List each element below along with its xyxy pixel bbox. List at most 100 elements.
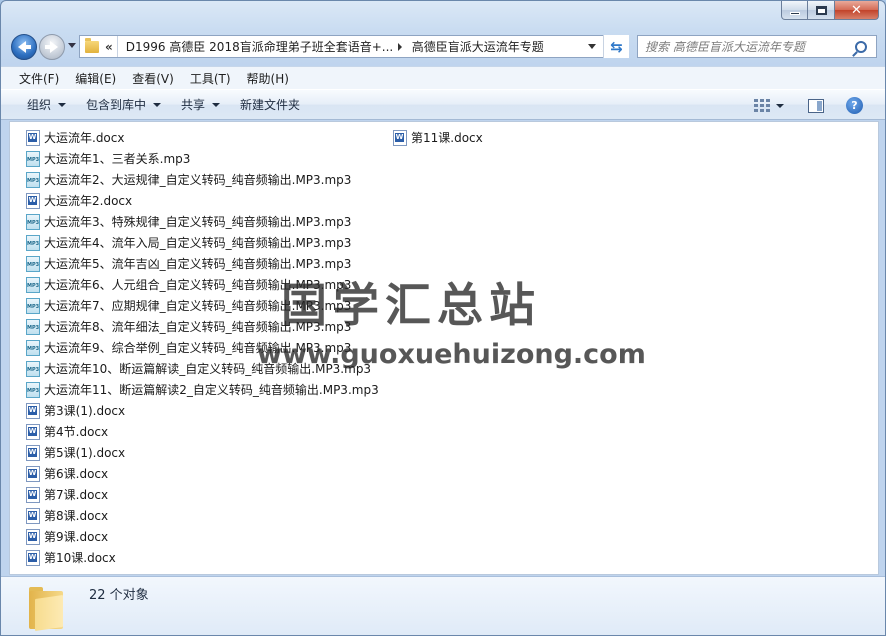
breadcrumb-current[interactable]: 高德臣盲派大运流年专题 [408,38,548,55]
file-name: 第3课(1).docx [44,404,126,418]
file-item[interactable]: 第10课.docx [26,547,379,568]
mp3-file-icon [26,339,40,356]
file-item[interactable]: 大运流年2.docx [26,190,379,211]
folder-icon [85,37,99,53]
breadcrumb-chevron-icon[interactable] [397,42,402,51]
file-item[interactable]: 第3课(1).docx [26,400,379,421]
help-icon[interactable]: ? [846,97,863,114]
minimize-icon [789,11,800,15]
file-item[interactable]: 第4节.docx [26,421,379,442]
close-button[interactable]: ✕ [835,1,879,20]
share-button[interactable]: 共享 [171,93,230,117]
file-name: 大运流年4、流年入局_自定义转码_纯音频输出.MP3.mp3 [44,236,352,250]
word-document-icon [26,528,40,545]
mp3-file-icon [26,381,40,398]
command-bar-right: ? [754,90,885,121]
share-label: 共享 [181,98,206,112]
organize-label: 组织 [27,98,52,112]
file-name: 大运流年1、三者关系.mp3 [44,152,191,166]
refresh-icon: ⇆ [610,37,623,56]
mp3-file-icon [26,360,40,377]
menu-bar: 文件(F) 编辑(E) 查看(V) 工具(T) 帮助(H) [1,66,885,89]
file-item[interactable]: 大运流年2、大运规律_自定义转码_纯音频输出.MP3.mp3 [26,169,379,190]
menu-tools[interactable]: 工具(T) [182,70,239,87]
word-document-icon [393,129,407,146]
details-pane: 22 个对象 [1,576,885,635]
file-name: 大运流年.docx [44,131,125,145]
address-separator [116,36,118,57]
back-button[interactable] [11,34,37,60]
navigation-bar: « D1996 高德臣 2018盲派命理弟子班全套语音+... 高德臣盲派大运流… [1,32,885,62]
search-icon[interactable] [855,40,867,53]
mp3-file-icon [26,318,40,335]
file-name: 大运流年3、特殊规律_自定义转码_纯音频输出.MP3.mp3 [44,215,352,229]
file-item[interactable]: 第9课.docx [26,526,379,547]
watermark-title: 国学汇总站 [281,278,541,332]
word-document-icon [26,129,40,146]
word-document-icon [26,465,40,482]
word-document-icon [26,486,40,503]
file-name: 第7课.docx [44,488,109,502]
address-overflow-button[interactable]: « [105,40,113,54]
include-library-label: 包含到库中 [86,98,147,112]
search-input[interactable] [638,36,855,57]
include-library-button[interactable]: 包含到库中 [76,93,171,117]
file-item[interactable]: 大运流年.docx [26,127,379,148]
file-item[interactable]: 大运流年11、断运篇解读2_自定义转码_纯音频输出.MP3.mp3 [26,379,379,400]
word-document-icon [26,444,40,461]
word-document-icon [26,423,40,440]
menu-view[interactable]: 查看(V) [124,70,182,87]
recent-pages-dropdown[interactable] [68,43,76,48]
address-bar[interactable]: « D1996 高德臣 2018盲派命理弟子班全套语音+... 高德臣盲派大运流… [79,35,629,58]
menu-help[interactable]: 帮助(H) [239,70,297,87]
menu-edit[interactable]: 编辑(E) [67,70,124,87]
word-document-icon [26,507,40,524]
mp3-file-icon [26,213,40,230]
views-icon[interactable] [754,98,770,113]
mp3-file-icon [26,171,40,188]
address-dropdown-icon[interactable] [588,44,596,49]
file-item[interactable]: 第7课.docx [26,484,379,505]
maximize-button[interactable] [808,1,835,20]
word-document-icon [26,402,40,419]
chevron-down-icon [212,102,221,107]
mp3-file-icon [26,276,40,293]
menu-file[interactable]: 文件(F) [11,70,67,87]
forward-button[interactable] [39,34,65,60]
mp3-file-icon [26,234,40,251]
new-folder-label: 新建文件夹 [240,98,301,112]
minimize-button[interactable] [781,1,808,20]
file-item[interactable]: 第11课.docx [393,127,483,148]
refresh-button[interactable]: ⇆ [603,35,629,58]
caption-buttons: ✕ [781,1,879,23]
file-name: 第10课.docx [44,551,116,565]
file-item[interactable]: 大运流年3、特殊规律_自定义转码_纯音频输出.MP3.mp3 [26,211,379,232]
file-name: 第9课.docx [44,530,109,544]
file-name: 大运流年2.docx [44,194,133,208]
file-name: 第11课.docx [411,131,483,145]
new-folder-button[interactable]: 新建文件夹 [230,93,310,117]
file-name: 大运流年2、大运规律_自定义转码_纯音频输出.MP3.mp3 [44,173,352,187]
maximize-icon [815,5,827,15]
search-box[interactable] [637,35,877,58]
organize-button[interactable]: 组织 [17,93,76,117]
close-icon: ✕ [851,2,862,18]
file-name: 第4节.docx [44,425,109,439]
file-item[interactable]: 大运流年4、流年入局_自定义转码_纯音频输出.MP3.mp3 [26,232,379,253]
word-document-icon [26,549,40,566]
item-count: 22 个对象 [89,588,149,603]
folder-icon [29,587,63,631]
watermark-url: www.guoxuehuizong.com [257,339,646,370]
file-item[interactable]: 大运流年1、三者关系.mp3 [26,148,379,169]
file-name: 第8课.docx [44,509,109,523]
preview-pane-icon[interactable] [808,98,824,113]
explorer-window: ✕ « D1996 高德臣 2018盲派命理弟子班全套语音+... 高德臣盲派大… [0,0,886,636]
breadcrumb-parent[interactable]: D1996 高德臣 2018盲派命理弟子班全套语音+... [122,38,392,55]
file-item[interactable]: 第8课.docx [26,505,379,526]
file-item[interactable]: 第5课(1).docx [26,442,379,463]
back-arrow-icon [18,41,31,53]
views-dropdown-icon[interactable] [776,103,784,108]
mp3-file-icon [26,255,40,272]
file-item[interactable]: 第6课.docx [26,463,379,484]
mp3-file-icon [26,297,40,314]
